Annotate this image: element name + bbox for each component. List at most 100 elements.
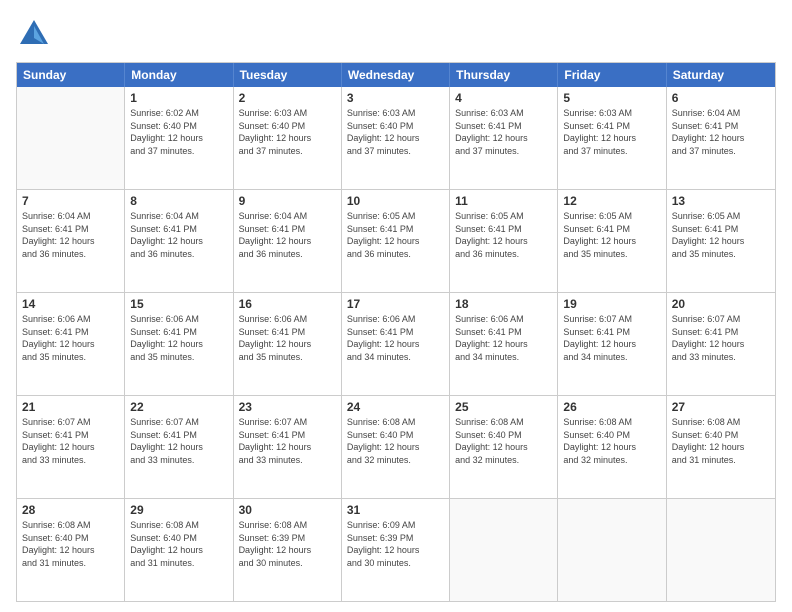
day-number: 11 (455, 194, 552, 208)
calendar: SundayMondayTuesdayWednesdayThursdayFrid… (16, 62, 776, 602)
day-cell-21: 21 Sunrise: 6:07 AMSunset: 6:41 PMDayligh… (17, 396, 125, 498)
cell-info: Sunrise: 6:03 AMSunset: 6:41 PMDaylight:… (563, 107, 660, 157)
cell-info: Sunrise: 6:08 AMSunset: 6:40 PMDaylight:… (672, 416, 770, 466)
day-number: 10 (347, 194, 444, 208)
cell-info: Sunrise: 6:03 AMSunset: 6:40 PMDaylight:… (347, 107, 444, 157)
day-number: 21 (22, 400, 119, 414)
day-number: 17 (347, 297, 444, 311)
calendar-body: 1 Sunrise: 6:02 AMSunset: 6:40 PMDaylight… (17, 87, 775, 601)
day-cell-26: 26 Sunrise: 6:08 AMSunset: 6:40 PMDayligh… (558, 396, 666, 498)
day-number: 3 (347, 91, 444, 105)
day-number: 1 (130, 91, 227, 105)
cell-info: Sunrise: 6:07 AMSunset: 6:41 PMDaylight:… (672, 313, 770, 363)
cell-info: Sunrise: 6:08 AMSunset: 6:40 PMDaylight:… (455, 416, 552, 466)
day-header-sunday: Sunday (17, 63, 125, 87)
day-cell-22: 22 Sunrise: 6:07 AMSunset: 6:41 PMDayligh… (125, 396, 233, 498)
day-number: 24 (347, 400, 444, 414)
day-number: 25 (455, 400, 552, 414)
cell-info: Sunrise: 6:06 AMSunset: 6:41 PMDaylight:… (347, 313, 444, 363)
day-cell-11: 11Sunrise: 6:05 AMSunset: 6:41 PMDayligh… (450, 190, 558, 292)
day-header-wednesday: Wednesday (342, 63, 450, 87)
day-cell-30: 30 Sunrise: 6:08 AMSunset: 6:39 PMDayligh… (234, 499, 342, 601)
cell-info: Sunrise: 6:06 AMSunset: 6:41 PMDaylight:… (239, 313, 336, 363)
day-cell-20: 20Sunrise: 6:07 AMSunset: 6:41 PMDayligh… (667, 293, 775, 395)
cell-info: Sunrise: 6:05 AMSunset: 6:41 PMDaylight:… (347, 210, 444, 260)
cell-info: Sunrise: 6:07 AMSunset: 6:41 PMDaylight:… (239, 416, 336, 466)
day-number: 22 (130, 400, 227, 414)
day-number: 31 (347, 503, 444, 517)
day-number: 27 (672, 400, 770, 414)
day-header-tuesday: Tuesday (234, 63, 342, 87)
day-cell-29: 29Sunrise: 6:08 AMSunset: 6:40 PMDayligh… (125, 499, 233, 601)
day-number: 9 (239, 194, 336, 208)
cell-info: Sunrise: 6:03 AMSunset: 6:40 PMDaylight:… (239, 107, 336, 157)
day-cell-24: 24 Sunrise: 6:08 AMSunset: 6:40 PMDayligh… (342, 396, 450, 498)
day-number: 15 (130, 297, 227, 311)
day-cell-17: 17 Sunrise: 6:06 AMSunset: 6:41 PMDayligh… (342, 293, 450, 395)
day-number: 23 (239, 400, 336, 414)
day-number: 7 (22, 194, 119, 208)
day-cell-1: 1 Sunrise: 6:02 AMSunset: 6:40 PMDaylight… (125, 87, 233, 189)
day-number: 8 (130, 194, 227, 208)
cell-info: Sunrise: 6:06 AMSunset: 6:41 PMDaylight:… (455, 313, 552, 363)
day-number: 28 (22, 503, 119, 517)
calendar-row-2: 7 Sunrise: 6:04 AMSunset: 6:41 PMDaylight… (17, 190, 775, 293)
day-cell-27: 27 Sunrise: 6:08 AMSunset: 6:40 PMDayligh… (667, 396, 775, 498)
logo-icon (16, 16, 52, 52)
day-number: 16 (239, 297, 336, 311)
day-cell-5: 5 Sunrise: 6:03 AMSunset: 6:41 PMDaylight… (558, 87, 666, 189)
day-cell-6: 6 Sunrise: 6:04 AMSunset: 6:41 PMDaylight… (667, 87, 775, 189)
day-cell-28: 28Sunrise: 6:08 AMSunset: 6:40 PMDayligh… (17, 499, 125, 601)
day-cell-2: 2 Sunrise: 6:03 AMSunset: 6:40 PMDaylight… (234, 87, 342, 189)
empty-cell (450, 499, 558, 601)
cell-info: Sunrise: 6:02 AMSunset: 6:40 PMDaylight:… (130, 107, 227, 157)
day-number: 13 (672, 194, 770, 208)
cell-info: Sunrise: 6:07 AMSunset: 6:41 PMDaylight:… (563, 313, 660, 363)
day-number: 2 (239, 91, 336, 105)
cell-info: Sunrise: 6:07 AMSunset: 6:41 PMDaylight:… (130, 416, 227, 466)
day-number: 19 (563, 297, 660, 311)
day-cell-13: 13 Sunrise: 6:05 AMSunset: 6:41 PMDayligh… (667, 190, 775, 292)
empty-cell (667, 499, 775, 601)
day-header-thursday: Thursday (450, 63, 558, 87)
day-number: 12 (563, 194, 660, 208)
cell-info: Sunrise: 6:08 AMSunset: 6:40 PMDaylight:… (347, 416, 444, 466)
day-number: 26 (563, 400, 660, 414)
day-cell-15: 15Sunrise: 6:06 AMSunset: 6:41 PMDayligh… (125, 293, 233, 395)
day-number: 4 (455, 91, 552, 105)
cell-info: Sunrise: 6:03 AMSunset: 6:41 PMDaylight:… (455, 107, 552, 157)
day-number: 30 (239, 503, 336, 517)
cell-info: Sunrise: 6:04 AMSunset: 6:41 PMDaylight:… (672, 107, 770, 157)
day-cell-31: 31 Sunrise: 6:09 AMSunset: 6:39 PMDayligh… (342, 499, 450, 601)
day-number: 18 (455, 297, 552, 311)
cell-info: Sunrise: 6:08 AMSunset: 6:40 PMDaylight:… (563, 416, 660, 466)
day-cell-25: 25 Sunrise: 6:08 AMSunset: 6:40 PMDayligh… (450, 396, 558, 498)
empty-cell (558, 499, 666, 601)
day-cell-19: 19 Sunrise: 6:07 AMSunset: 6:41 PMDayligh… (558, 293, 666, 395)
day-cell-8: 8Sunrise: 6:04 AMSunset: 6:41 PMDaylight… (125, 190, 233, 292)
cell-info: Sunrise: 6:08 AMSunset: 6:39 PMDaylight:… (239, 519, 336, 569)
day-cell-18: 18 Sunrise: 6:06 AMSunset: 6:41 PMDayligh… (450, 293, 558, 395)
cell-info: Sunrise: 6:05 AMSunset: 6:41 PMDaylight:… (563, 210, 660, 260)
calendar-row-4: 21 Sunrise: 6:07 AMSunset: 6:41 PMDayligh… (17, 396, 775, 499)
logo (16, 16, 52, 52)
day-header-friday: Friday (558, 63, 666, 87)
cell-info: Sunrise: 6:09 AMSunset: 6:39 PMDaylight:… (347, 519, 444, 569)
day-header-saturday: Saturday (667, 63, 775, 87)
day-cell-3: 3 Sunrise: 6:03 AMSunset: 6:40 PMDaylight… (342, 87, 450, 189)
cell-info: Sunrise: 6:07 AMSunset: 6:41 PMDaylight:… (22, 416, 119, 466)
cell-info: Sunrise: 6:04 AMSunset: 6:41 PMDaylight:… (22, 210, 119, 260)
day-cell-9: 9Sunrise: 6:04 AMSunset: 6:41 PMDaylight… (234, 190, 342, 292)
cell-info: Sunrise: 6:05 AMSunset: 6:41 PMDaylight:… (672, 210, 770, 260)
cell-info: Sunrise: 6:06 AMSunset: 6:41 PMDaylight:… (22, 313, 119, 363)
day-cell-7: 7 Sunrise: 6:04 AMSunset: 6:41 PMDaylight… (17, 190, 125, 292)
day-number: 6 (672, 91, 770, 105)
day-cell-4: 4 Sunrise: 6:03 AMSunset: 6:41 PMDaylight… (450, 87, 558, 189)
empty-cell (17, 87, 125, 189)
day-header-monday: Monday (125, 63, 233, 87)
day-number: 29 (130, 503, 227, 517)
calendar-header: SundayMondayTuesdayWednesdayThursdayFrid… (17, 63, 775, 87)
day-cell-12: 12 Sunrise: 6:05 AMSunset: 6:41 PMDayligh… (558, 190, 666, 292)
day-number: 5 (563, 91, 660, 105)
day-number: 14 (22, 297, 119, 311)
